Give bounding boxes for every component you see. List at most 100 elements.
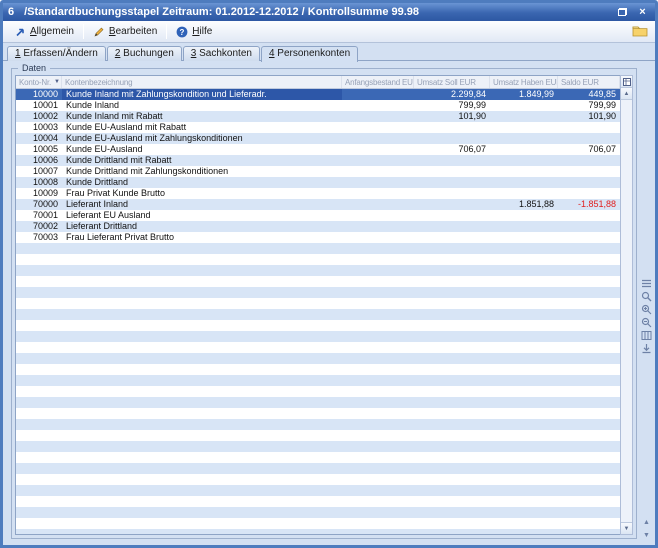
cell-haben[interactable]: [490, 166, 558, 177]
bearbeiten-menu[interactable]: Bearbeiten: [87, 24, 163, 40]
scroll-down-button[interactable]: ▼: [621, 522, 632, 534]
cell-saldo[interactable]: [558, 221, 620, 232]
cell-soll[interactable]: [414, 221, 490, 232]
cell-bezeichnung[interactable]: Kunde EU-Ausland mit Rabatt: [62, 122, 342, 133]
scroll-up-button[interactable]: ▲: [621, 88, 632, 100]
cell-konto[interactable]: 10000: [16, 89, 62, 100]
cell-soll[interactable]: 2.299,84: [414, 89, 490, 100]
cell-haben[interactable]: [490, 177, 558, 188]
cell-haben[interactable]: [490, 133, 558, 144]
cell-konto[interactable]: 10007: [16, 166, 62, 177]
table-row[interactable]: 10002Kunde Inland mit Rabatt101,90101,90: [16, 111, 620, 122]
cell-haben[interactable]: [490, 122, 558, 133]
cell-saldo[interactable]: 449,85: [558, 89, 620, 100]
tab-buchungen[interactable]: 2 Buchungen: [107, 46, 182, 61]
export-button[interactable]: [640, 342, 653, 354]
allgemein-menu[interactable]: Allgemein: [8, 24, 80, 40]
table-row[interactable]: 10006Kunde Drittland mit Rabatt: [16, 155, 620, 166]
cell-anfangsbestand[interactable]: [342, 100, 414, 111]
cell-saldo[interactable]: [558, 210, 620, 221]
cell-soll[interactable]: [414, 188, 490, 199]
cell-bezeichnung[interactable]: Kunde EU-Ausland: [62, 144, 342, 155]
cell-konto[interactable]: 10001: [16, 100, 62, 111]
cell-saldo[interactable]: [558, 232, 620, 243]
cell-anfangsbestand[interactable]: [342, 199, 414, 210]
table-row[interactable]: 10007Kunde Drittland mit Zahlungskonditi…: [16, 166, 620, 177]
col-header-saldo[interactable]: Saldo EUR: [558, 76, 620, 88]
close-button[interactable]: ×: [635, 6, 650, 19]
cell-haben[interactable]: 1.851,88: [490, 199, 558, 210]
table-row[interactable]: 10005Kunde EU-Ausland 706,07 706,07: [16, 144, 620, 155]
cell-anfangsbestand[interactable]: [342, 177, 414, 188]
cell-bezeichnung[interactable]: Kunde Drittland mit Rabatt: [62, 155, 342, 166]
cell-soll[interactable]: 706,07: [414, 144, 490, 155]
search-button[interactable]: [640, 290, 653, 302]
cell-saldo[interactable]: [558, 166, 620, 177]
cell-soll[interactable]: [414, 210, 490, 221]
column-chooser-button[interactable]: [621, 76, 632, 88]
tab-sachkonten[interactable]: 3 Sachkonten: [183, 46, 260, 61]
cell-anfangsbestand[interactable]: [342, 133, 414, 144]
list-button[interactable]: [640, 277, 653, 289]
cell-soll[interactable]: [414, 166, 490, 177]
jump-bottom-button[interactable]: ▼: [640, 529, 653, 541]
col-header-kontenbezeichnung[interactable]: Kontenbezeichnung: [62, 76, 342, 88]
cell-konto[interactable]: 70000: [16, 199, 62, 210]
cell-haben[interactable]: [490, 232, 558, 243]
cell-haben[interactable]: [490, 155, 558, 166]
cell-soll[interactable]: [414, 155, 490, 166]
cell-bezeichnung[interactable]: Kunde Drittland: [62, 177, 342, 188]
cell-saldo[interactable]: [558, 155, 620, 166]
tab-personenkonten[interactable]: 4 Personenkonten: [261, 46, 358, 62]
col-header-umsatz-soll[interactable]: Umsatz Soll EUR: [414, 76, 490, 88]
cell-bezeichnung[interactable]: Lieferant Drittland: [62, 221, 342, 232]
cell-haben[interactable]: [490, 221, 558, 232]
cell-anfangsbestand[interactable]: [342, 232, 414, 243]
cell-saldo[interactable]: [558, 177, 620, 188]
cell-konto[interactable]: 70001: [16, 210, 62, 221]
restore-button[interactable]: [615, 6, 630, 19]
table-row[interactable]: 70001Lieferant EU Ausland: [16, 210, 620, 221]
table-row[interactable]: 10008Kunde Drittland: [16, 177, 620, 188]
table-row[interactable]: 70000Lieferant Inland1.851,88-1.851,88: [16, 199, 620, 210]
table-row[interactable]: 70003Frau Lieferant Privat Brutto: [16, 232, 620, 243]
cell-konto[interactable]: 10008: [16, 177, 62, 188]
tab-erfassen-aendern[interactable]: 1 Erfassen/Ändern: [7, 46, 106, 61]
cell-konto[interactable]: 70002: [16, 221, 62, 232]
cell-konto[interactable]: 10003: [16, 122, 62, 133]
table-row[interactable]: 10009Frau Privat Kunde Brutto: [16, 188, 620, 199]
cell-konto[interactable]: 10006: [16, 155, 62, 166]
cell-bezeichnung[interactable]: Frau Privat Kunde Brutto: [62, 188, 342, 199]
cell-saldo[interactable]: 101,90: [558, 111, 620, 122]
cell-anfangsbestand[interactable]: [342, 210, 414, 221]
cell-soll[interactable]: [414, 133, 490, 144]
cell-haben[interactable]: [490, 210, 558, 221]
cell-saldo[interactable]: 706,07: [558, 144, 620, 155]
table-body[interactable]: 10000Kunde Inland mit Zahlungskondition …: [16, 89, 620, 534]
cell-konto[interactable]: 10005: [16, 144, 62, 155]
cell-anfangsbestand[interactable]: [342, 166, 414, 177]
table-row[interactable]: 10003Kunde EU-Ausland mit Rabatt: [16, 122, 620, 133]
zoom-in-button[interactable]: [640, 303, 653, 315]
cell-anfangsbestand[interactable]: [342, 122, 414, 133]
table-row[interactable]: 10000Kunde Inland mit Zahlungskondition …: [16, 89, 620, 100]
cell-saldo[interactable]: [558, 133, 620, 144]
cell-haben[interactable]: [490, 100, 558, 111]
table-row[interactable]: 10001Kunde Inland799,99799,99: [16, 100, 620, 111]
cell-bezeichnung[interactable]: Kunde Drittland mit Zahlungskonditionen: [62, 166, 342, 177]
cell-soll[interactable]: 799,99: [414, 100, 490, 111]
scrollbar-track[interactable]: [621, 100, 632, 522]
cell-anfangsbestand[interactable]: [342, 221, 414, 232]
folder-button[interactable]: [632, 24, 648, 37]
jump-top-button[interactable]: ▲: [640, 516, 653, 528]
cell-anfangsbestand[interactable]: [342, 155, 414, 166]
col-header-umsatz-haben[interactable]: Umsatz Haben EUR: [490, 76, 558, 88]
columns-button[interactable]: [640, 329, 653, 341]
cell-konto[interactable]: 10004: [16, 133, 62, 144]
cell-saldo[interactable]: -1.851,88: [558, 199, 620, 210]
hilfe-menu[interactable]: ? Hilfe: [170, 24, 218, 40]
cell-konto[interactable]: 10009: [16, 188, 62, 199]
cell-konto[interactable]: 70003: [16, 232, 62, 243]
cell-anfangsbestand[interactable]: [342, 144, 414, 155]
cell-soll[interactable]: [414, 232, 490, 243]
